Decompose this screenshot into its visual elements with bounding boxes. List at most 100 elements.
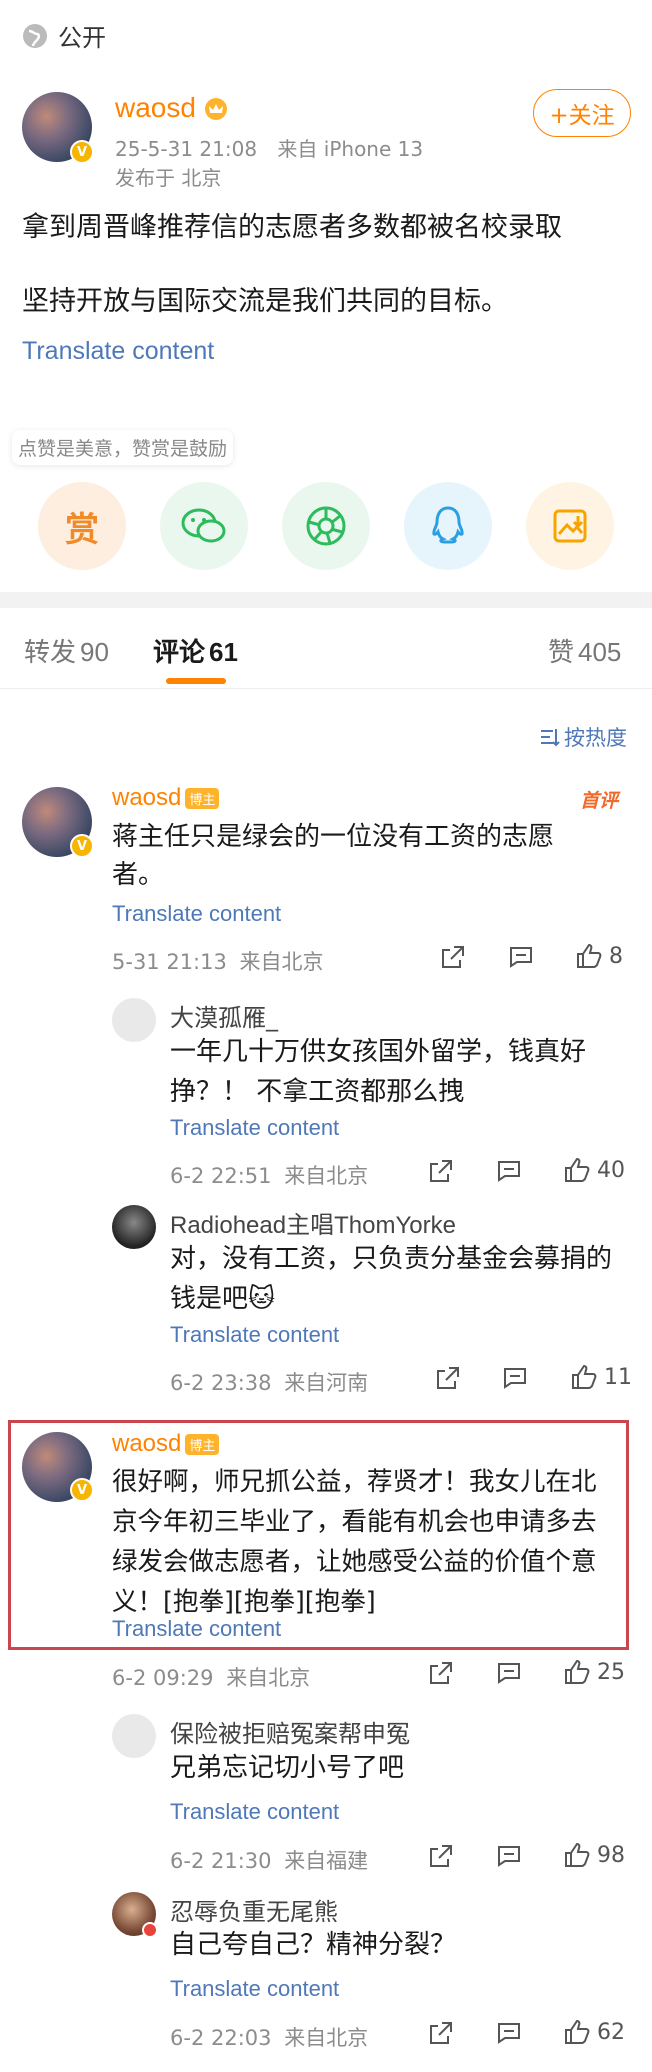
like-button[interactable]: 62 [563, 2018, 625, 2046]
tab-comment[interactable]: 评论 61 [153, 632, 238, 669]
verified-badge: V [70, 1478, 94, 1502]
reply-text: 兄弟忘记切小号了吧 [170, 1753, 405, 1783]
share-button[interactable] [428, 2020, 454, 2046]
reply-time: 6-2 22:51 [170, 1164, 272, 1188]
reply-avatar[interactable] [112, 1714, 156, 1758]
replier-name[interactable]: 保险被拒赔冤案帮申冤 [170, 1714, 410, 1749]
like-count: 40 [597, 1157, 625, 1183]
reply-time: 6-2 23:38 [170, 1371, 272, 1395]
reply-button[interactable] [496, 2020, 522, 2046]
like-count: 8 [609, 943, 623, 969]
tab-like-label: 赞 [548, 638, 575, 668]
comment-time: 6-2 09:29 [112, 1666, 214, 1690]
reply-button[interactable] [502, 1365, 528, 1391]
reply-text: 一年几十万供女孩国外留学，钱真好挣？！ 不拿工资都那么拽 [170, 1037, 587, 1107]
like-count: 98 [597, 1842, 625, 1868]
wechat-share-button[interactable] [160, 482, 248, 570]
sort-label: 按热度 [564, 726, 627, 750]
reply-avatar[interactable] [112, 998, 156, 1042]
share-icon [437, 1367, 459, 1389]
moments-icon [306, 506, 346, 546]
share-button[interactable] [428, 1843, 454, 1869]
commenter-name[interactable]: waosd [112, 1430, 181, 1458]
tab-repost-label: 转发 [24, 638, 77, 668]
comment-text: 很好啊，师兄抓公益，荐贤才！我女儿在北京今年初三毕业了，看能有机会也申请多去绿发… [112, 1467, 597, 1617]
first-comment-badge: 首评 [580, 790, 619, 812]
reply-button[interactable] [496, 1158, 522, 1184]
comment-icon [498, 1663, 520, 1684]
post-translate-link[interactable]: Translate content [22, 337, 214, 366]
share-button[interactable] [440, 944, 466, 970]
tip-bubble: 点赞是美意，赞赏是鼓励 [12, 430, 234, 465]
thumbs-up-icon [572, 1364, 597, 1389]
reply-button[interactable] [496, 1843, 522, 1869]
moments-share-button[interactable] [282, 482, 370, 570]
save-image-button[interactable] [526, 482, 614, 570]
reply-translate-link[interactable]: Translate content [170, 1115, 339, 1141]
verified-badge: V [70, 140, 94, 164]
follow-button[interactable]: +关注 [533, 89, 631, 137]
replier-name[interactable]: Radiohead主唱ThomYorke [170, 1205, 456, 1240]
like-button[interactable]: 40 [563, 1156, 625, 1184]
like-count: 25 [597, 1659, 625, 1685]
tab-comment-count: 61 [209, 637, 238, 667]
reply-source: 来自北京 [284, 1164, 369, 1188]
reply-source: 来自福建 [284, 1849, 369, 1873]
post-source: 来自 iPhone 13 [277, 137, 424, 161]
thumbs-up-icon [565, 1659, 590, 1684]
share-icon [430, 2022, 452, 2044]
like-button[interactable]: 25 [563, 1658, 625, 1686]
like-button[interactable]: 8 [575, 942, 623, 970]
author-name[interactable]: waosd [115, 92, 196, 124]
follow-label: +关注 [549, 103, 615, 129]
crown-icon [204, 98, 227, 120]
reply-button[interactable] [508, 944, 534, 970]
sort-button[interactable]: 按热度 [538, 722, 627, 752]
reply-translate-link[interactable]: Translate content [170, 1799, 339, 1825]
comment-icon [498, 2023, 520, 2044]
tab-active-indicator [166, 678, 226, 684]
reply-avatar[interactable] [112, 1205, 156, 1249]
thumbs-up-icon [565, 1842, 590, 1867]
reward-button[interactable]: 赏 [38, 482, 126, 570]
thumbs-up-icon [565, 2019, 590, 2044]
share-icon [430, 1662, 452, 1684]
commenter-name[interactable]: waosd [112, 784, 181, 812]
tip-text: 点赞是美意，赞赏是鼓励 [18, 438, 228, 460]
reward-label: 赏 [65, 509, 99, 550]
share-button[interactable] [435, 1365, 461, 1391]
share-button[interactable] [428, 1660, 454, 1686]
post-time: 25-5-31 21:08 [115, 137, 258, 161]
replier-name[interactable]: 忍辱负重无尾熊 [170, 1892, 338, 1927]
comment-time: 5-31 21:13 [112, 950, 227, 974]
reply-button[interactable] [496, 1660, 522, 1686]
comment-icon [498, 1846, 520, 1867]
comment-icon [510, 947, 532, 968]
globe-icon [23, 23, 47, 48]
share-button[interactable] [428, 1158, 454, 1184]
reply-source: 来自北京 [284, 2026, 369, 2050]
comment-icon [504, 1368, 526, 1389]
tab-repost[interactable]: 转发 90 [24, 632, 109, 669]
wechat-icon [181, 508, 226, 543]
comment-source: 来自北京 [226, 1666, 311, 1690]
reply-text: 对，没有工资，只负责分基金会募捐的钱是吧🐱 [170, 1244, 613, 1314]
reply-translate-link[interactable]: Translate content [170, 1976, 339, 2002]
user-badge [142, 1922, 158, 1938]
thumbs-up-icon [565, 1157, 590, 1182]
comment-icon [498, 1161, 520, 1182]
reply-time: 6-2 21:30 [170, 1849, 272, 1873]
reply-time: 6-2 22:03 [170, 2026, 272, 2050]
comment-text: 蒋主任只是绿会的一位没有工资的志愿者。 [112, 822, 555, 890]
like-button[interactable]: 11 [570, 1363, 632, 1391]
comment-translate-link[interactable]: Translate content [112, 901, 281, 927]
qq-share-button[interactable] [404, 482, 492, 570]
tab-like[interactable]: 赞 405 [548, 632, 621, 669]
reply-source: 来自河南 [284, 1371, 369, 1395]
visibility-row[interactable]: 公开 [20, 18, 106, 53]
comment-translate-link[interactable]: Translate content [112, 1616, 281, 1642]
like-button[interactable]: 98 [563, 1841, 625, 1869]
replier-name[interactable]: 大漠孤雁_ [170, 998, 278, 1033]
tabs-divider [0, 688, 652, 689]
reply-translate-link[interactable]: Translate content [170, 1322, 339, 1348]
